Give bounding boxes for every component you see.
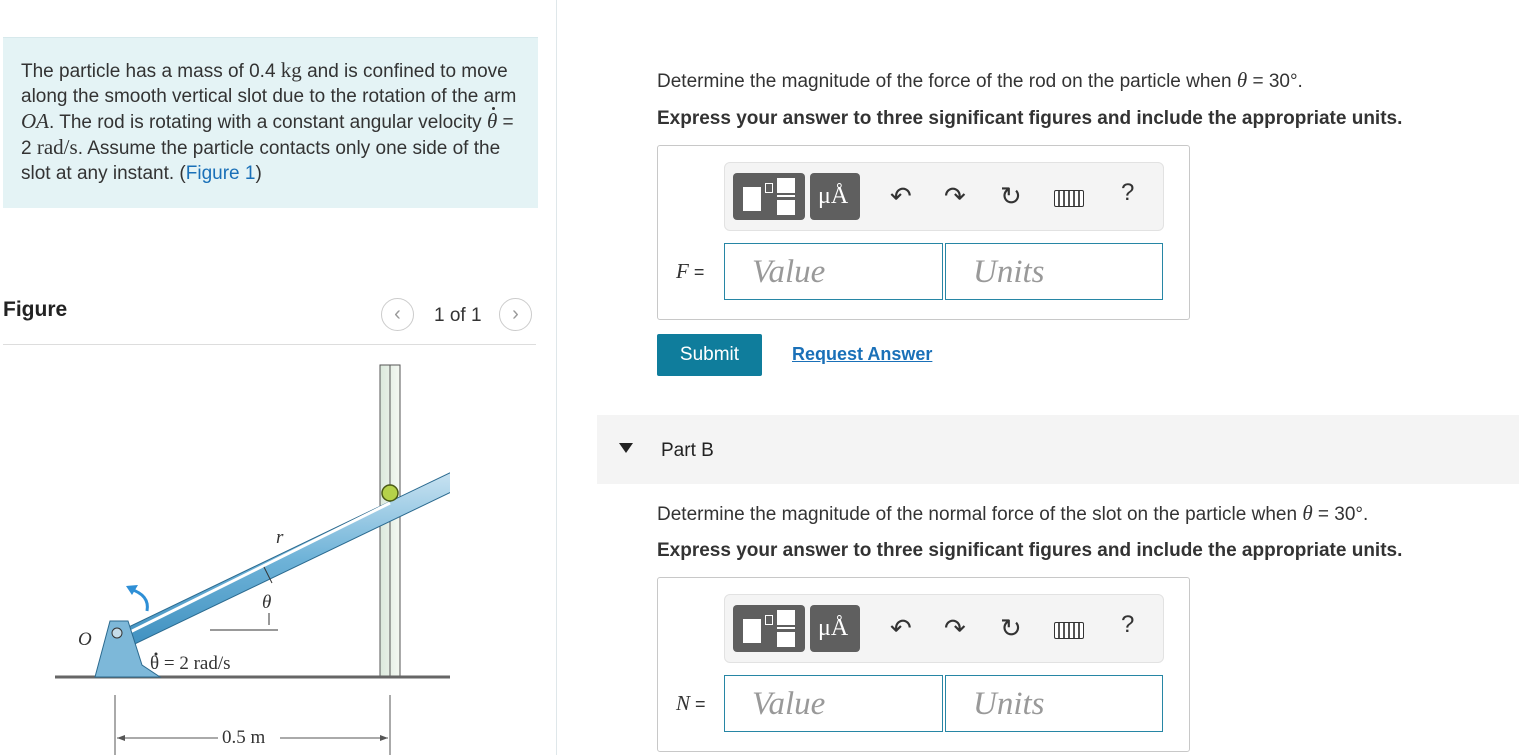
label-origin: O [78, 629, 92, 650]
part-b-toolbar: μÅ ↶ ↷ ↻ ? [724, 594, 1164, 663]
part-b-answer-box: μÅ ↶ ↷ ↻ ? N = Value Units [657, 577, 1190, 752]
templates-button[interactable] [733, 605, 805, 652]
units-button[interactable]: μÅ [810, 173, 860, 220]
figure-prev-button[interactable]: ‹ [381, 298, 414, 331]
part-a-question: Determine the magnitude of the force of … [657, 68, 1303, 92]
keyboard-icon[interactable] [1054, 190, 1084, 207]
units-button[interactable]: μÅ [810, 605, 860, 652]
submit-button[interactable]: Submit [657, 334, 762, 376]
figure-heading: Figure [3, 298, 68, 321]
label-angular-velocity: θ = 2 rad/s [150, 653, 231, 674]
caret-down-icon[interactable] [619, 443, 633, 453]
label-radius: r [276, 527, 284, 548]
redo-icon[interactable]: ↷ [944, 613, 966, 644]
units-icon: μÅ [818, 183, 849, 209]
label-angle: θ [262, 592, 271, 613]
figure-link[interactable]: Figure 1 [186, 163, 256, 184]
reset-icon[interactable]: ↻ [1000, 613, 1022, 644]
figure-next-button[interactable]: › [499, 298, 532, 331]
theta-dot-symbol: θ [486, 107, 498, 133]
part-b-title: Part B [661, 440, 714, 461]
part-a-value-input[interactable]: Value [724, 243, 943, 300]
problem-statement: The particle has a mass of 0.4 kg and is… [21, 58, 517, 184]
figure-diagram: A r θ O θ = 2 rad/s 0.5 m [55, 364, 450, 755]
undo-icon[interactable]: ↶ [890, 181, 912, 212]
units-icon: μÅ [818, 615, 849, 641]
part-a-units-input[interactable]: Units [945, 243, 1163, 300]
templates-button[interactable] [733, 173, 805, 220]
help-icon[interactable]: ? [1121, 611, 1134, 639]
part-b-header[interactable] [597, 415, 1519, 484]
part-a-variable: F = [676, 259, 705, 283]
part-b-value-input[interactable]: Value [724, 675, 943, 732]
column-divider [556, 0, 557, 755]
part-b-variable: N = [676, 691, 706, 715]
redo-icon[interactable]: ↷ [944, 181, 966, 212]
mass-unit: kg [280, 58, 302, 82]
part-b-instruction: Express your answer to three significant… [657, 540, 1403, 561]
part-b-question: Determine the magnitude of the normal fo… [657, 501, 1369, 525]
particle [381, 484, 399, 502]
part-a-instruction: Express your answer to three significant… [657, 108, 1403, 129]
reset-icon[interactable]: ↻ [1000, 181, 1022, 212]
chevron-left-icon: ‹ [394, 303, 401, 325]
pivot-pin [111, 627, 123, 639]
part-a-answer-box: μÅ ↶ ↷ ↻ ? F = Value Units [657, 145, 1190, 320]
arm-name: OA [21, 109, 49, 133]
part-a-toolbar: μÅ ↶ ↷ ↻ ? [724, 162, 1164, 231]
figure-counter: 1 of 1 [434, 305, 482, 326]
help-icon[interactable]: ? [1121, 179, 1134, 207]
label-distance: 0.5 m [222, 727, 266, 748]
request-answer-link[interactable]: Request Answer [792, 344, 932, 365]
undo-icon[interactable]: ↶ [890, 613, 912, 644]
chevron-right-icon: › [512, 303, 519, 325]
omega-unit: rad/s [36, 135, 78, 159]
figure-divider [3, 344, 536, 345]
part-b-units-input[interactable]: Units [945, 675, 1163, 732]
keyboard-icon[interactable] [1054, 622, 1084, 639]
